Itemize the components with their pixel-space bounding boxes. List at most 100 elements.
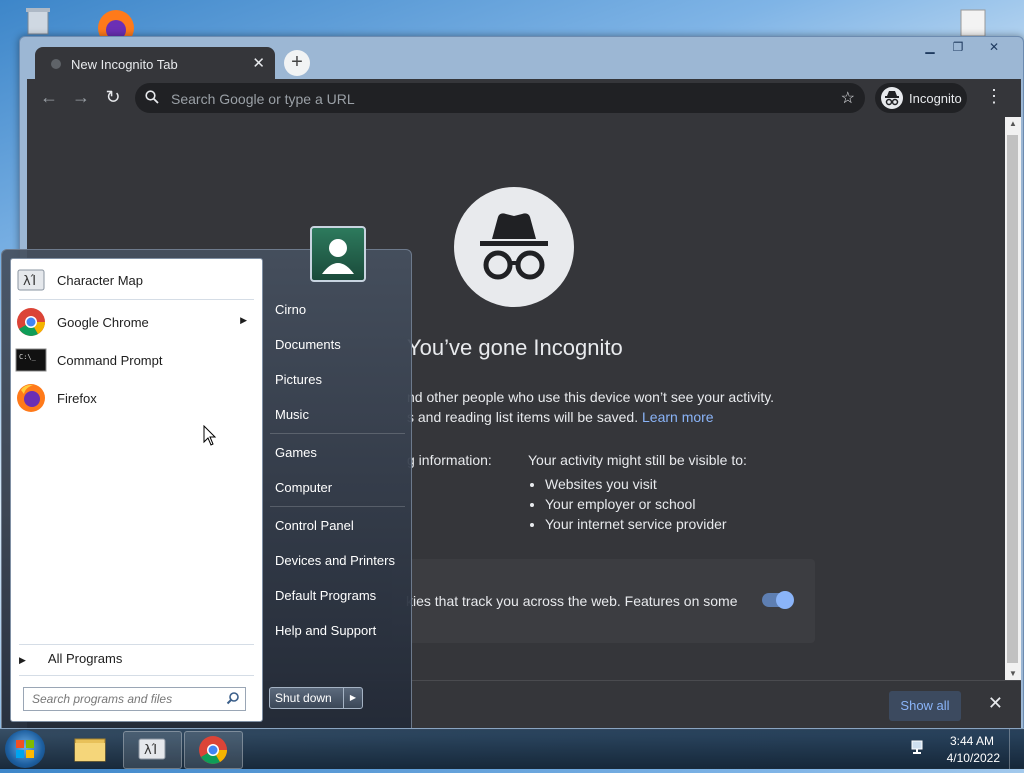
show-all-button[interactable]: Show all	[889, 691, 961, 721]
start-item-games[interactable]: Games	[275, 445, 317, 460]
new-tab-button[interactable]: +	[284, 50, 310, 76]
program-label: Character Map	[57, 273, 143, 288]
all-programs-label: All Programs	[47, 651, 123, 666]
mouse-cursor-icon	[203, 425, 217, 446]
divider	[19, 299, 254, 300]
close-download-bar-icon[interactable]: ✕	[988, 693, 1003, 714]
program-firefox[interactable]: Firefox	[15, 380, 255, 414]
desktop-file-icon[interactable]	[955, 8, 991, 37]
program-label: Firefox	[57, 391, 97, 406]
start-item-default-programs[interactable]: Default Programs	[275, 588, 376, 603]
clock-date[interactable]: 4/10/2022	[947, 751, 1000, 765]
program-label: Google Chrome	[57, 315, 149, 330]
shutdown-options-arrow-icon[interactable]: ▶	[343, 688, 362, 708]
omnibox[interactable]: ☆	[135, 83, 865, 113]
start-item-help-support[interactable]: Help and Support	[275, 623, 376, 638]
start-item-pictures[interactable]: Pictures	[275, 372, 322, 387]
tab-favicon-icon	[51, 59, 61, 69]
start-item-devices-printers[interactable]: Devices and Printers	[275, 553, 395, 568]
show-desktop-button[interactable]	[1009, 729, 1024, 769]
right-column-title: Your activity might still be visible to:	[528, 452, 747, 468]
taskbar-chrome-button[interactable]	[184, 731, 243, 769]
tab-strip: New Incognito Tab ✕ +	[27, 44, 1023, 81]
all-programs-button[interactable]: ▶ All Programs	[19, 651, 122, 666]
program-label: Command Prompt	[57, 353, 163, 368]
chrome-icon	[199, 736, 227, 764]
firefox-desktop-icon[interactable]	[94, 6, 138, 46]
incognito-avatar-icon	[881, 87, 903, 109]
shutdown-label: Shut down	[275, 691, 332, 705]
divider	[19, 644, 254, 645]
start-item-documents[interactable]: Documents	[275, 337, 341, 352]
start-menu: λΊ Character Map Google Chrome ▶ C:\_ Co…	[1, 226, 412, 729]
incognito-label: Incognito	[909, 91, 962, 106]
svg-text:λΊ: λΊ	[144, 743, 157, 758]
toggle-knob	[776, 591, 794, 609]
page-heading: You’ve gone Incognito	[407, 335, 623, 360]
forward-icon[interactable]: →	[71, 88, 91, 108]
start-item-cirno[interactable]: Cirno	[275, 302, 306, 317]
command-prompt-icon: C:\_	[15, 344, 47, 376]
scroll-thumb[interactable]	[1007, 135, 1018, 663]
shutdown-button[interactable]: Shut down ▶	[269, 687, 363, 709]
user-picture[interactable]	[310, 226, 366, 282]
character-map-icon: λΊ	[15, 264, 47, 296]
windows-logo-icon	[16, 740, 34, 758]
folder-icon	[74, 738, 106, 762]
description-line-1: nd other people who use this device won’…	[407, 389, 775, 405]
taskbar-character-map-button[interactable]: λΊ	[123, 731, 182, 769]
omnibox-input[interactable]	[169, 88, 813, 110]
incognito-description: nd other people who use this device won’…	[407, 387, 807, 427]
page-scrollbar[interactable]: ▲ ▼	[1005, 117, 1021, 681]
scroll-up-icon[interactable]: ▲	[1005, 117, 1021, 131]
learn-more-link[interactable]: Learn more	[642, 409, 714, 425]
taskbar: λΊ 3:44 AM 4/10/2022	[0, 728, 1024, 769]
description-line-2-text: s and reading list items will be saved.	[407, 409, 639, 425]
toolbar: ← → ↻ ☆ Incognito ⋮	[27, 79, 1021, 117]
clock-time[interactable]: 3:44 AM	[950, 734, 994, 748]
submenu-arrow-icon: ▶	[240, 315, 247, 325]
list-item: Websites you visit	[545, 474, 747, 494]
reload-icon[interactable]: ↻	[103, 88, 123, 108]
svg-text:λΊ: λΊ	[23, 274, 36, 289]
start-item-computer[interactable]: Computer	[275, 480, 332, 495]
start-search-input[interactable]	[30, 690, 219, 708]
start-item-control-panel[interactable]: Control Panel	[275, 518, 354, 533]
divider	[270, 433, 405, 434]
list-item: Your internet service provider	[545, 514, 747, 534]
start-button[interactable]	[5, 730, 45, 768]
tab-close-icon[interactable]: ✕	[252, 54, 265, 72]
start-item-music[interactable]: Music	[275, 407, 309, 422]
incognito-hero-icon	[454, 187, 574, 307]
svg-text:C:\_: C:\_	[19, 353, 37, 361]
chrome-icon	[15, 306, 47, 338]
recycle-bin-icon[interactable]	[20, 6, 56, 36]
scroll-down-icon[interactable]: ▼	[1005, 667, 1021, 681]
search-icon	[145, 90, 159, 104]
block-cookies-toggle[interactable]	[762, 591, 794, 609]
firefox-icon	[15, 382, 47, 414]
start-menu-programs-pane: λΊ Character Map Google Chrome ▶ C:\_ Co…	[10, 258, 263, 722]
start-search-box[interactable]	[23, 687, 246, 711]
bookmark-star-icon[interactable]: ☆	[841, 88, 855, 108]
cookie-text: kies that track you across the web. Feat…	[406, 593, 738, 609]
divider	[270, 506, 405, 507]
description-line-2: s and reading list items will be saved. …	[407, 407, 807, 427]
tab-new-incognito[interactable]: New Incognito Tab ✕	[35, 47, 275, 81]
magnifier-icon[interactable]	[226, 691, 240, 705]
taskbar-explorer-button[interactable]	[61, 731, 118, 767]
divider	[19, 675, 254, 676]
tab-title: New Incognito Tab	[71, 57, 178, 72]
incognito-profile-button[interactable]: Incognito	[875, 83, 967, 113]
all-programs-arrow-icon: ▶	[19, 655, 26, 665]
network-icon[interactable]	[910, 739, 928, 755]
character-map-icon: λΊ	[138, 738, 166, 760]
back-icon[interactable]: ←	[39, 88, 59, 108]
chrome-menu-icon[interactable]: ⋮	[985, 87, 1003, 105]
left-column-title: g information:	[407, 452, 492, 468]
program-google-chrome[interactable]: Google Chrome ▶	[15, 304, 255, 338]
program-character-map[interactable]: λΊ Character Map	[15, 262, 255, 296]
third-party-cookies-card: kies that track you across the web. Feat…	[392, 559, 815, 643]
list-item: Your employer or school	[545, 494, 747, 514]
program-command-prompt[interactable]: C:\_ Command Prompt	[15, 342, 255, 376]
